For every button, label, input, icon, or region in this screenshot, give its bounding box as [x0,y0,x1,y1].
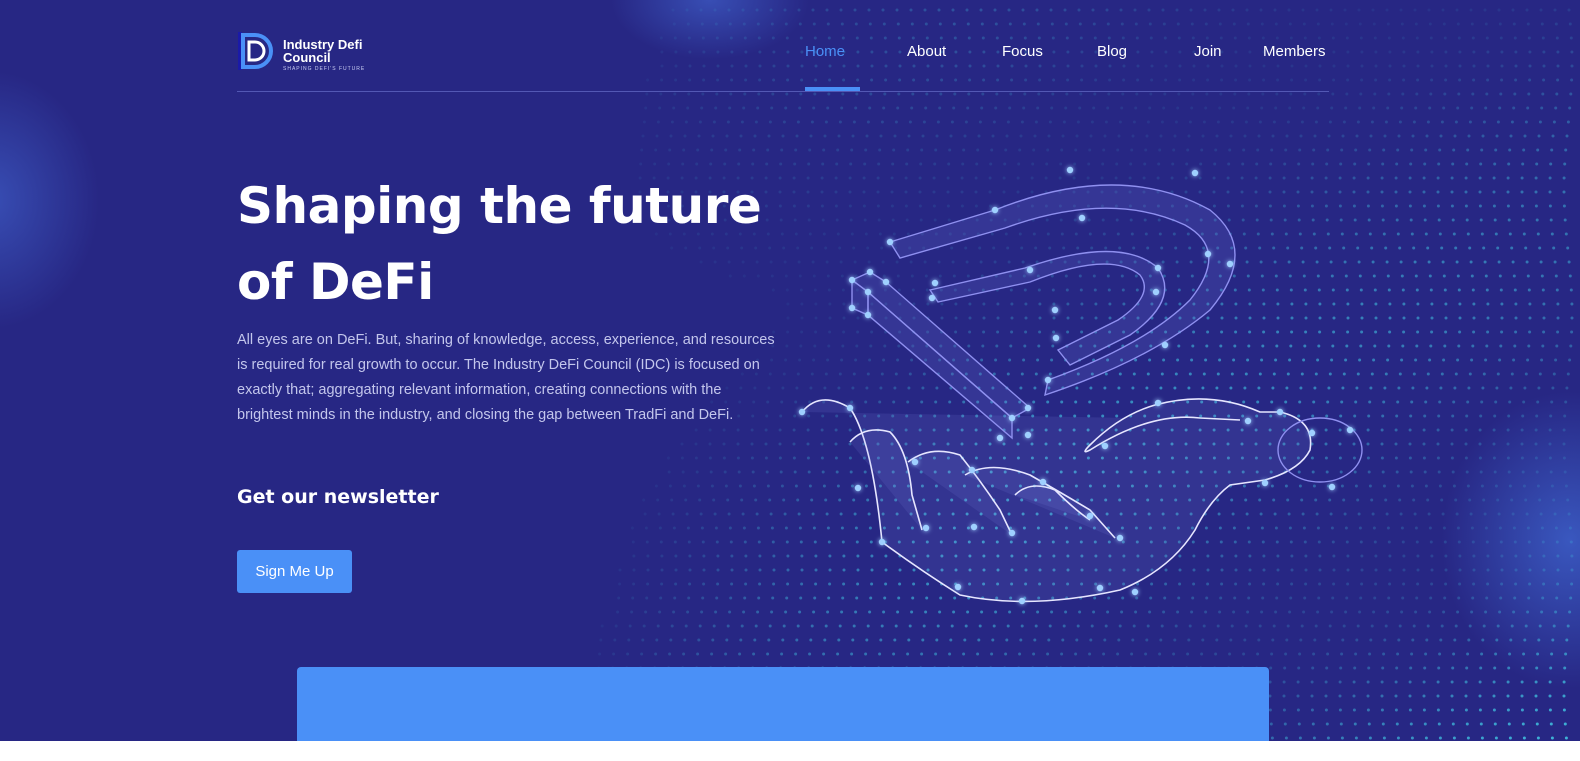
brand-logo[interactable]: Industry Defi Council SHAPING DEFI'S FUT… [237,28,387,74]
hero-headline: Shaping the future of DeFi [237,168,797,320]
hero-section: Industry Defi Council SHAPING DEFI'S FUT… [0,0,1580,741]
nav-blog[interactable]: Blog [1097,43,1127,60]
hero-headline-line-2: of DeFi [237,253,434,311]
brand-name: Industry Defi Council [283,37,363,65]
sign-me-up-button[interactable]: Sign Me Up [237,550,352,593]
wireframe-hand-holding-d-icon [798,166,1363,605]
idc-logo-icon [238,32,273,70]
nav-members[interactable]: Members [1263,43,1326,60]
nav-join[interactable]: Join [1194,43,1222,60]
nav-about[interactable]: About [907,43,946,60]
hero-headline-line-1: Shaping the future [237,177,762,235]
nav-active-indicator [805,87,860,91]
newsletter-heading: Get our newsletter [237,486,439,508]
brand-tagline: SHAPING DEFI'S FUTURE [283,66,366,72]
nav-home[interactable]: Home [805,43,845,60]
content-panel [297,667,1269,741]
site-header: Industry Defi Council SHAPING DEFI'S FUT… [237,28,1329,92]
nav-focus[interactable]: Focus [1002,43,1043,60]
hero-intro-text: All eyes are on DeFi. But, sharing of kn… [237,332,775,423]
